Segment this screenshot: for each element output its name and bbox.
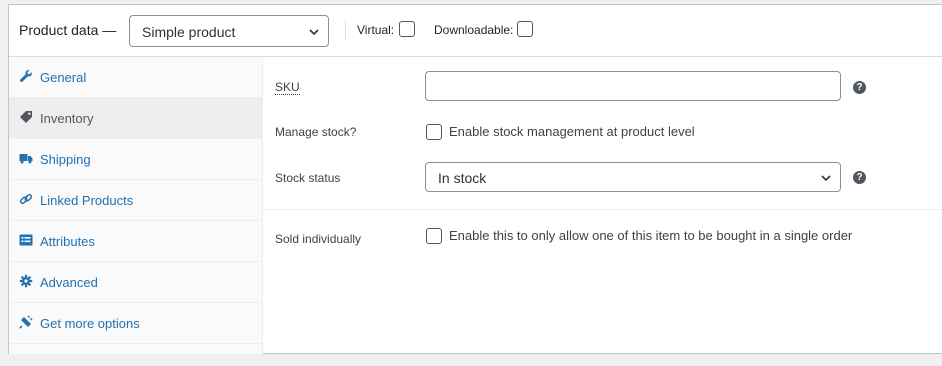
link-icon	[19, 193, 33, 205]
tab-label: Shipping	[40, 152, 91, 167]
stock-status-value: In stock	[438, 170, 487, 186]
tab-general[interactable]: General	[9, 57, 263, 98]
inventory-panel: SKU ? Manage stock? Enable stock managem…	[264, 57, 942, 354]
tag-icon	[20, 111, 32, 123]
section-divider	[264, 209, 942, 210]
wrench-icon	[20, 70, 32, 82]
product-type-select[interactable]: Simple product	[129, 15, 329, 47]
manage-stock-text: Enable stock management at product level	[449, 124, 695, 139]
gear-icon	[19, 274, 33, 288]
product-data-title: Product data —	[19, 22, 117, 38]
downloadable-label: Downloadable:	[434, 23, 514, 37]
truck-icon	[19, 154, 33, 164]
help-icon: ?	[853, 171, 866, 184]
tab-get-more-options[interactable]: Get more options	[9, 303, 263, 344]
tab-label: Linked Products	[40, 193, 134, 208]
chevron-down-icon	[821, 175, 831, 182]
stock-status-label: Stock status	[275, 171, 341, 185]
virtual-label: Virtual:	[357, 23, 395, 37]
sold-individually-text: Enable this to only allow one of this it…	[449, 228, 853, 243]
sold-individually-label: Sold individually	[275, 232, 362, 246]
tab-label: Advanced	[40, 275, 98, 290]
sku-input[interactable]	[425, 71, 841, 101]
product-data-panel: Product data — Simple product Virtual: D…	[8, 4, 942, 354]
header-separator	[345, 21, 346, 41]
sku-label: SKU	[275, 80, 300, 95]
downloadable-checkbox[interactable]	[517, 21, 533, 37]
tab-attributes[interactable]: Attributes	[9, 221, 263, 262]
virtual-checkbox[interactable]	[399, 21, 415, 37]
product-data-tabs: General Inventory Shipping Linked Produc…	[9, 57, 263, 354]
help-icon: ?	[853, 81, 866, 94]
tab-label: General	[40, 70, 87, 85]
tab-linked-products[interactable]: Linked Products	[9, 180, 263, 221]
tab-advanced[interactable]: Advanced	[9, 262, 263, 303]
sold-individually-checkbox[interactable]	[426, 228, 442, 244]
product-type-value: Simple product	[142, 24, 236, 40]
manage-stock-label: Manage stock?	[275, 125, 357, 139]
tab-inventory[interactable]: Inventory	[9, 98, 263, 139]
tab-label: Attributes	[40, 234, 95, 249]
tab-label: Get more options	[40, 316, 140, 331]
chevron-down-icon	[309, 29, 319, 36]
tab-label: Inventory	[40, 111, 94, 126]
plugin-icon	[19, 315, 33, 329]
tab-shipping[interactable]: Shipping	[9, 139, 263, 180]
product-data-header: Product data — Simple product Virtual: D…	[9, 5, 942, 57]
stock-status-select[interactable]: In stock	[425, 162, 841, 192]
manage-stock-checkbox[interactable]	[426, 124, 442, 140]
list-icon	[19, 234, 33, 246]
